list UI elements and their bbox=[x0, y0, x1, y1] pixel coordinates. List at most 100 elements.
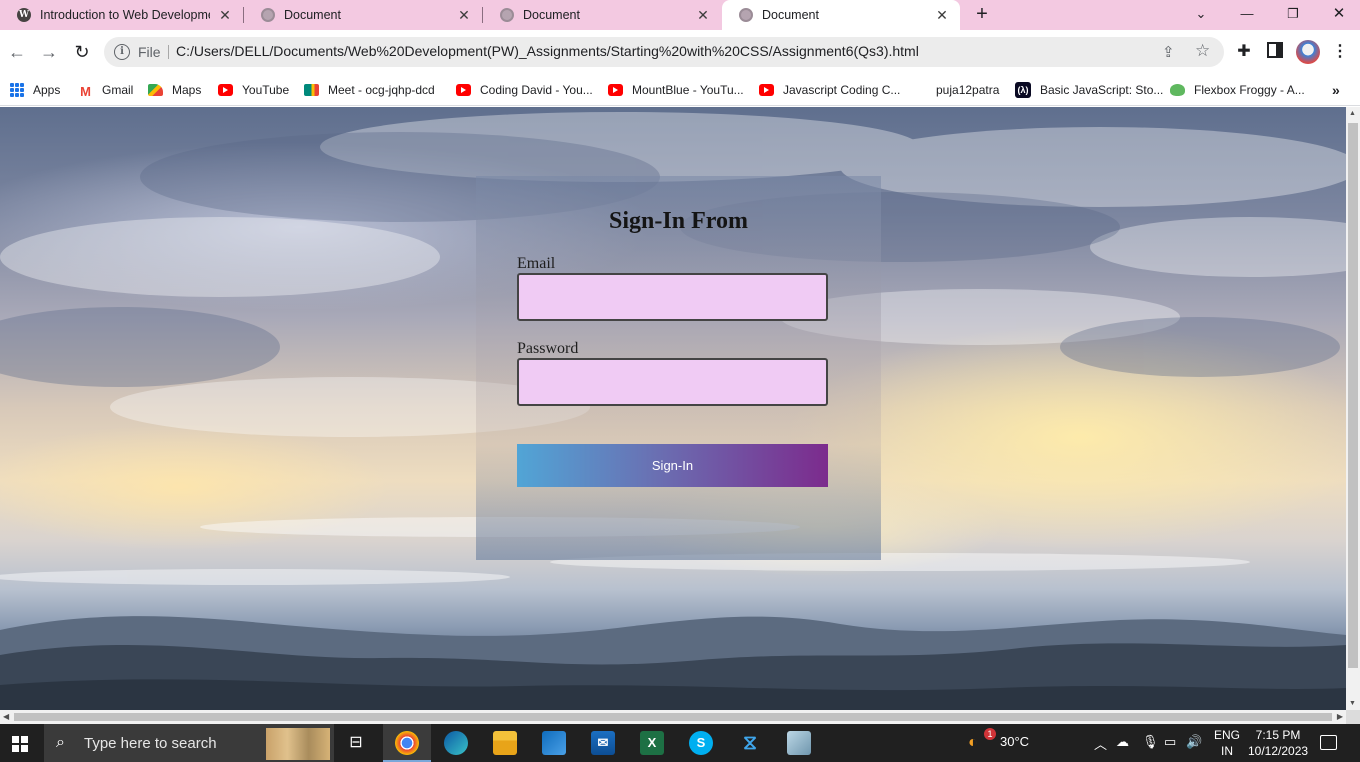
scroll-left-icon[interactable]: ◀ bbox=[3, 712, 9, 721]
extensions-icon[interactable]: ✚ bbox=[1234, 42, 1254, 62]
windows-taskbar: ⌕ Type here to search ⊟ ✉ X S ⧖ ◐ 1 30°C… bbox=[0, 724, 1360, 762]
windows-start-icon[interactable] bbox=[12, 736, 28, 752]
youtube-icon bbox=[218, 84, 233, 96]
plus-icon[interactable]: + bbox=[972, 4, 992, 25]
back-icon[interactable]: ← bbox=[6, 41, 28, 63]
bookmark-flexbox-froggy[interactable]: Flexbox Froggy - A... bbox=[1170, 80, 1305, 100]
bookmark-gmail[interactable]: M Gmail bbox=[78, 80, 133, 100]
chevron-up-icon[interactable]: ︿ bbox=[1094, 734, 1107, 753]
maps-icon bbox=[148, 84, 163, 96]
chrome-icon[interactable] bbox=[395, 731, 419, 755]
page-viewport: Sign-In From Email Password Sign-In bbox=[0, 107, 1346, 710]
bookmark-puja12patra[interactable]: puja12patra bbox=[936, 80, 999, 100]
close-tab-icon[interactable]: ✕ bbox=[695, 7, 711, 23]
language-indicator[interactable]: ENG IN bbox=[1212, 727, 1242, 759]
share-icon[interactable]: ⇪ bbox=[1162, 43, 1175, 61]
browser-toolbar: ← → ↻ i File C:/Users/DELL/Documents/Web… bbox=[0, 30, 1360, 74]
sign-in-button[interactable]: Sign-In bbox=[517, 444, 828, 487]
bookmark-coding-david[interactable]: Coding David - You... bbox=[456, 80, 593, 100]
weather-icon[interactable]: ◐ bbox=[968, 734, 978, 752]
bookmark-label: Coding David - You... bbox=[480, 83, 593, 97]
vertical-scrollbar[interactable]: ▲ ▼ bbox=[1346, 107, 1360, 710]
close-tab-icon[interactable]: ✕ bbox=[217, 7, 233, 23]
bookmark-basic-javascript[interactable]: (λ) Basic JavaScript: Sto... bbox=[1015, 80, 1163, 100]
tab-search-icon[interactable]: ⌄ bbox=[1190, 4, 1212, 24]
file-explorer-icon[interactable] bbox=[493, 731, 517, 755]
wordpress-icon: W bbox=[17, 8, 31, 22]
microphone-icon[interactable]: 🎙 bbox=[1142, 734, 1159, 750]
restore-icon[interactable]: ❐ bbox=[1282, 4, 1304, 24]
search-placeholder: Type here to search bbox=[84, 734, 217, 752]
menu-kebab-icon[interactable]: ⋮ bbox=[1330, 42, 1350, 62]
battery-icon[interactable]: ▭ bbox=[1164, 734, 1176, 750]
bookmark-mountblue[interactable]: MountBlue - YouTu... bbox=[608, 80, 744, 100]
scroll-down-icon[interactable]: ▼ bbox=[1349, 700, 1356, 707]
bookmark-label: Javascript Coding C... bbox=[783, 83, 901, 97]
form-title: Sign-In From bbox=[609, 208, 748, 234]
divider bbox=[168, 45, 169, 59]
forward-icon[interactable]: → bbox=[38, 41, 60, 63]
url-text[interactable]: C:/Users/DELL/Documents/Web%20Developmen… bbox=[176, 43, 919, 59]
password-field[interactable] bbox=[517, 358, 828, 406]
search-icon: ⌕ bbox=[56, 734, 65, 751]
bookmark-star-icon[interactable]: ☆ bbox=[1195, 41, 1210, 61]
bookmarks-bar: Apps M Gmail Maps YouTube Meet - ocg-jqh… bbox=[0, 74, 1360, 106]
tab-title: Document bbox=[523, 8, 580, 22]
search-highlight-image bbox=[266, 728, 330, 760]
youtube-icon bbox=[759, 84, 774, 96]
microsoft-store-icon[interactable] bbox=[542, 731, 566, 755]
mail-icon[interactable]: ✉ bbox=[591, 731, 615, 755]
bookmark-label: MountBlue - YouTu... bbox=[632, 83, 744, 97]
bookmark-label: YouTube bbox=[242, 83, 290, 97]
youtube-icon bbox=[456, 84, 471, 96]
scroll-up-icon[interactable]: ▲ bbox=[1349, 110, 1356, 117]
email-field[interactable] bbox=[517, 273, 828, 321]
vertical-scroll-thumb[interactable] bbox=[1348, 123, 1358, 668]
scroll-right-icon[interactable]: ▶ bbox=[1337, 712, 1343, 721]
tab-3-active[interactable]: Document ✕ bbox=[722, 0, 960, 30]
globe-icon bbox=[261, 8, 275, 22]
tab-1[interactable]: Document ✕ bbox=[244, 0, 482, 30]
system-clock[interactable]: 7:15 PM 10/12/2023 bbox=[1248, 727, 1308, 759]
reload-icon[interactable]: ↻ bbox=[71, 41, 93, 63]
bookmark-label: Maps bbox=[172, 83, 202, 97]
close-tab-icon[interactable]: ✕ bbox=[456, 7, 472, 23]
taskbar-search-box[interactable]: ⌕ Type here to search bbox=[44, 724, 334, 762]
bookmark-label: puja12patra bbox=[936, 83, 1000, 97]
bookmark-javascript-coding[interactable]: Javascript Coding C... bbox=[759, 80, 900, 100]
bookmark-label: Meet - ocg-jqhp-dcd bbox=[328, 83, 435, 97]
close-window-icon[interactable]: ✕ bbox=[1328, 4, 1350, 24]
bookmarks-overflow-icon[interactable]: » bbox=[1332, 82, 1340, 98]
weather-temperature[interactable]: 30°C bbox=[1000, 734, 1029, 749]
notification-center-icon[interactable] bbox=[1320, 735, 1337, 750]
bookmark-apps[interactable]: Apps bbox=[10, 80, 60, 100]
horizontal-scroll-thumb[interactable] bbox=[14, 713, 1332, 721]
vscode-icon[interactable]: ⧖ bbox=[738, 731, 762, 755]
address-bar[interactable]: i File C:/Users/DELL/Documents/Web%20Dev… bbox=[104, 37, 1224, 67]
info-icon[interactable]: i bbox=[114, 44, 130, 60]
task-view-icon[interactable]: ⊟ bbox=[344, 731, 368, 755]
clock-date: 10/12/2023 bbox=[1248, 744, 1309, 758]
bookmark-maps[interactable]: Maps bbox=[148, 80, 201, 100]
skype-icon[interactable]: S bbox=[689, 731, 713, 755]
notepad-icon[interactable] bbox=[787, 731, 811, 755]
side-panel-icon[interactable] bbox=[1265, 42, 1285, 62]
scheme-label: File bbox=[138, 44, 161, 60]
mountain-silhouette bbox=[0, 616, 1346, 710]
profile-avatar[interactable] bbox=[1296, 40, 1320, 64]
excel-icon[interactable]: X bbox=[640, 731, 664, 755]
close-tab-icon[interactable]: ✕ bbox=[934, 7, 950, 23]
minimize-icon[interactable]: — bbox=[1236, 4, 1258, 24]
horizontal-scrollbar[interactable]: ◀ ▶ bbox=[0, 710, 1346, 724]
speaker-icon[interactable]: 🔊 bbox=[1186, 734, 1202, 750]
meet-icon bbox=[304, 84, 319, 96]
weather-badge: 1 bbox=[984, 728, 996, 740]
apps-grid-icon bbox=[10, 83, 24, 97]
edge-icon[interactable] bbox=[444, 731, 468, 755]
bookmark-meet[interactable]: Meet - ocg-jqhp-dcd bbox=[304, 80, 435, 100]
tab-2[interactable]: Document ✕ bbox=[483, 0, 721, 30]
tab-0[interactable]: W Introduction to Web Developme ✕ bbox=[0, 0, 243, 30]
bookmark-youtube[interactable]: YouTube bbox=[218, 80, 289, 100]
freecodecamp-icon: (λ) bbox=[1015, 82, 1031, 98]
onedrive-cloud-icon[interactable]: ☁ bbox=[1116, 734, 1129, 750]
